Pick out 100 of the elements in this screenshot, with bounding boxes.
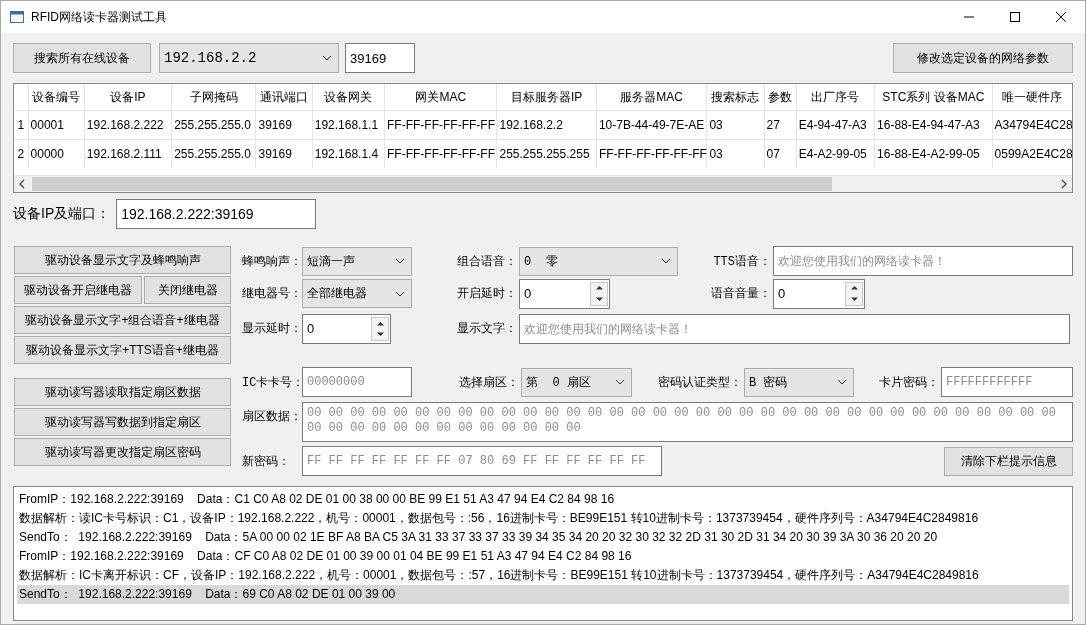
table-cell: 03 [706,110,765,140]
port-field[interactable]: 39169 [345,43,415,73]
table-cell: 255.255.255.0 [171,139,256,168]
table-cell: 00001 [28,110,85,140]
log-line[interactable]: SendTo： 192.168.2.222:39169 Data：5A 00 00 02 1E BF A8 BA C5 3A 31 33 37 33 37 33 39 34 35 34 20 20 32 30 32 32 2D 31 30 2D 31 34 20 30 39 3A 30 36 20 20 20 [17,528,1069,547]
card-number-label: IC卡卡号： [242,374,302,391]
table-cell: 27 [764,110,797,140]
table-cell: 192.168.1.4 [312,139,385,168]
table-cell: 00000 [28,139,85,168]
spin-down-icon[interactable] [594,296,604,302]
modify-network-button[interactable]: 修改选定设备的网络参数 [893,43,1073,73]
table-cell: A34794E4C28 [992,110,1072,140]
voice-combo[interactable]: 0 零 [519,246,678,276]
table-cell: 192.168.2.2 [497,110,597,140]
table-cell: FF-FF-FF-FF-FF-FF [596,139,707,168]
table-cell: 192.168.2.111 [84,139,172,168]
change-password-button[interactable]: 驱动读写器更改指定扇区密码 [14,438,231,466]
tts-field[interactable]: 欢迎您使用我们的网络读卡器！ [773,246,1073,276]
ip-combo[interactable]: 192.168.2.2 [159,43,339,73]
clear-log-button[interactable]: 清除下栏提示信息 [944,446,1073,476]
volume-label: 语音音量： [710,285,772,303]
log-line[interactable]: FromIP：192.168.2.222:39169 Data：C1 C0 A8 02 DE 01 00 38 00 00 BE 99 E1 51 A3 47 94 E4 C2 84 98 16 [17,490,1069,509]
column-header[interactable]: 设备网关 [312,84,385,111]
sector-data-field[interactable]: 00 00 00 00 00 00 00 00 00 00 00 00 00 00 00 00 00 00 00 00 00 00 00 00 00 00 00 00 00 00 00 00 00 00 00 00 00 00 00 00 00 00 00 00 00 00 00 00 [302,401,1073,442]
scroll-left-icon[interactable] [18,179,26,189]
sector-combo[interactable]: 第 0 扇区 [521,367,632,397]
dropdown-icon[interactable] [322,55,332,61]
write-sector-button[interactable]: 驱动读写器写数据到指定扇区 [14,408,231,436]
spin-up-icon[interactable] [375,320,385,326]
auth-type-combo[interactable]: B 密码 [744,367,854,397]
column-header[interactable]: 设备IP [84,84,172,111]
display-delay-spinbox[interactable]: 0 [302,313,391,344]
scroll-right-icon[interactable] [1060,179,1068,189]
tts-label: TTS语音： [712,253,772,270]
table-cell: 39169 [256,110,313,140]
close-icon[interactable] [1055,11,1067,23]
column-header[interactable]: 出厂序号 [796,84,875,111]
relay-combo[interactable]: 全部继电器 [302,279,412,309]
column-header[interactable]: 搜索标志 [706,84,765,111]
dropdown-icon[interactable] [837,379,847,386]
dropdown-icon[interactable] [661,258,671,264]
table-cell: 16-88-E4-A2-99-05 [874,139,993,168]
voice-label: 组合语音： [456,252,518,270]
table-cell: 0599A2E4C28 [992,139,1072,168]
display-text-label: 显示文字： [456,320,518,338]
column-header[interactable]: 参数 [764,84,797,111]
auth-type-label: 密码认证类型： [657,373,743,391]
table-cell: E4-A2-99-05 [796,139,875,168]
column-header[interactable]: 子网掩码 [171,84,256,111]
log-line[interactable]: FromIP：192.168.2.222:39169 Data：CF C0 A8 02 DE 01 00 39 00 01 04 BE 99 E1 51 A3 47 94 E4 C2 84 98 16 [17,547,1069,566]
volume-spinbox[interactable]: 0 [773,278,865,309]
log-line[interactable]: 数据解析：读IC卡号标识：C1，设备IP：192.168.2.222，机号：00001，数据包号：:56，16进制卡号：BE99E151 转10进制卡号：1373739454，硬件序列号：A34794E4C2849816 [17,509,1069,528]
window-title: RFID网络读卡器测试工具 [31,8,167,26]
row-header[interactable]: 1 [14,110,29,140]
column-header[interactable]: STC系列 设备MAC [874,84,993,111]
search-devices-button[interactable]: 搜索所有在线设备 [13,43,151,73]
dropdown-icon[interactable] [615,379,625,386]
dropdown-icon[interactable] [395,258,405,264]
table-cell: 255.255.255.0 [171,110,256,140]
table-cell: 16-88-E4-94-47-A3 [874,110,993,140]
card-password-field[interactable]: FFFFFFFFFFFF [941,367,1073,398]
maximize-icon[interactable] [1009,11,1021,23]
display-tts-relay-button[interactable]: 驱动设备显示文字+TTS语音+继电器 [14,336,231,364]
column-header[interactable]: 目标服务器IP [497,84,597,111]
log-line[interactable]: 数据解析：IC卡离开标识：CF，设备IP：192.168.2.222，机号：00001，数据包号：:57，16进制卡号：BE99E151 转10进制卡号：1373739454，硬件序列号：A34794E4C2849816 [17,566,1069,585]
display-voice-relay-button[interactable]: 驱动设备显示文字+组合语音+继电器 [14,306,231,334]
column-header[interactable]: 网关MAC [384,84,497,111]
table-cell: 07 [764,139,797,168]
table-cell: 10-7B-44-49-7E-AE [596,110,707,140]
card-password-label: 卡片密码： [878,373,940,391]
spin-up-icon[interactable] [849,285,859,291]
new-password-field[interactable]: FF FF FF FF FF FF FF 07 80 69 FF FF FF FF FF FF [302,446,662,477]
table-cell: FF-FF-FF-FF-FF-FF [384,139,497,168]
spin-down-icon[interactable] [375,332,385,338]
sector-data-label: 扇区数据： [242,407,302,425]
relay-on-button[interactable]: 驱动设备开启继电器 [14,276,142,304]
spin-down-icon[interactable] [849,296,859,302]
relay-label: 继电器号： [242,285,302,303]
display-text-field[interactable]: 欢迎您使用我们的网络读卡器！ [519,313,1070,344]
read-sector-button[interactable]: 驱动读写器读取指定扇区数据 [14,378,231,406]
display-delay-label: 显示延时： [242,320,302,338]
display-beep-button[interactable]: 驱动设备显示文字及蜂鸣响声 [14,246,231,274]
relay-off-button[interactable]: 关闭继电器 [144,276,231,304]
dropdown-icon[interactable] [395,290,405,297]
open-delay-spinbox[interactable]: 0 [519,278,610,309]
device-address-field[interactable]: 192.168.2.222:39169 [116,199,317,229]
beep-label: 蜂鸣响声： [242,252,302,270]
beep-combo[interactable]: 短滴一声 [302,246,412,276]
device-address-label: 设备IP及端口： [13,205,111,223]
column-header[interactable]: 通讯端口 [256,84,313,111]
table-cell: 255.255.255.255 [497,139,597,168]
spin-up-icon[interactable] [594,285,604,291]
card-number-field[interactable]: 00000000 [302,367,412,398]
column-header[interactable]: 服务器MAC [596,84,707,111]
row-header[interactable]: 2 [14,139,29,168]
scrollbar-thumb[interactable] [32,177,832,191]
table-cell: FF-FF-FF-FF-FF-FF [384,110,497,140]
column-header[interactable]: 设备编号 [28,84,85,111]
table-cell: 192.168.2.222 [84,110,172,140]
column-header[interactable]: 唯一硬件序 [992,84,1072,111]
